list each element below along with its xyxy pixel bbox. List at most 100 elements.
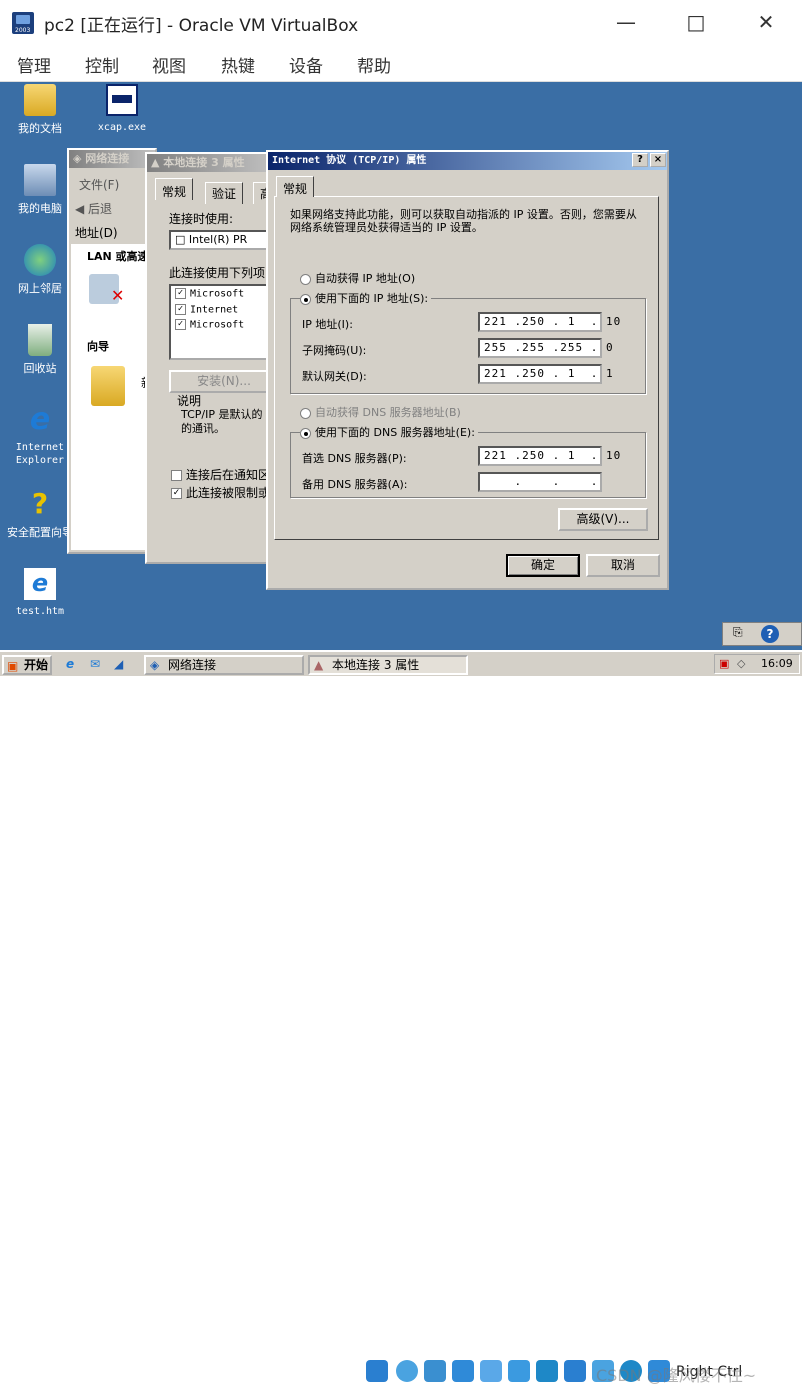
description-text: TCP/IP 是默认的的通讯。 xyxy=(181,408,263,435)
system-tray: ▣ ◇ 16:09 xyxy=(714,654,800,674)
wizard-header: 向导 xyxy=(87,340,109,353)
address-label: 地址(D) xyxy=(75,226,118,240)
recycle-bin-icon xyxy=(28,324,52,356)
menu-control[interactable]: 控制 xyxy=(85,52,119,77)
audio-status-icon[interactable] xyxy=(424,1360,446,1382)
menu-help[interactable]: 帮助 xyxy=(357,52,391,77)
tab-auth[interactable]: 验证 xyxy=(205,182,244,204)
ip-label: IP 地址(I): xyxy=(302,318,353,331)
guest-desktop: 我的文档 xcap.exe 我的电脑 网上邻居 回收站 e Internet E… xyxy=(0,82,802,650)
adapter-field: □ Intel(R) PR xyxy=(169,230,279,250)
menu-file[interactable]: 文件(F) xyxy=(79,176,119,193)
network-window-titlebar: ◈ 网络连接 xyxy=(69,150,155,168)
menu-hotkeys[interactable]: 热键 xyxy=(221,52,255,77)
host-titlebar: 2003 pc2 [正在运行] - Oracle VM VirtualBox —… xyxy=(0,0,802,46)
back-button[interactable]: ◀ 后退 xyxy=(75,200,112,217)
connect-using-label: 连接时使用: xyxy=(169,212,234,226)
minimize-button[interactable]: — xyxy=(606,8,646,36)
folder-docs-icon xyxy=(24,84,56,116)
lan-header: LAN 或高速 xyxy=(87,250,149,263)
subnet-mask-field[interactable]: 255 .255 .255 . 0 xyxy=(478,338,613,358)
limited-checkbox[interactable]: ✓ 此连接被限制或 xyxy=(171,484,270,501)
display-status-icon[interactable] xyxy=(536,1360,558,1382)
component-item[interactable]: ✓ Microsoft xyxy=(171,317,277,333)
tcpip-tab-general[interactable]: 常规 xyxy=(276,176,315,197)
close-button[interactable]: ✕ xyxy=(746,8,786,36)
security-tray-icon[interactable]: ◇ xyxy=(737,655,745,673)
desktop-icon-my-computer[interactable]: 我的电脑 xyxy=(4,164,76,216)
mask-label: 子网掩码(U): xyxy=(302,344,367,357)
gateway-field[interactable]: 221 .250 . 1 . 1 xyxy=(478,364,613,384)
component-item[interactable]: ✓ Internet xyxy=(171,302,277,318)
ip-address-field[interactable]: 221 .250 . 1 . 10 xyxy=(478,312,620,332)
notify-checkbox[interactable]: 连接后在通知区 xyxy=(171,466,270,483)
optical-drive-status-icon[interactable] xyxy=(396,1360,418,1382)
components-label: 此连接使用下列项 xyxy=(169,266,266,280)
maximize-button[interactable]: □ xyxy=(676,8,716,36)
shared-folders-status-icon[interactable] xyxy=(508,1360,530,1382)
dns1-label: 首选 DNS 服务器(P): xyxy=(302,452,407,465)
usb-status-icon[interactable] xyxy=(480,1360,502,1382)
properties-titlebar: ▲ 本地连接 3 属性 xyxy=(147,154,273,172)
hdd-status-icon[interactable] xyxy=(366,1360,388,1382)
recording-status-icon[interactable] xyxy=(564,1360,586,1382)
quicklaunch-tray: ⎘ ? xyxy=(722,622,802,646)
desktop-icon-test-htm[interactable]: e test.htm xyxy=(4,568,76,617)
desktop-icon-my-documents[interactable]: 我的文档 xyxy=(4,84,76,136)
network-task-icon: ◈ xyxy=(150,658,160,672)
desktop-icon-network[interactable]: 网上邻居 xyxy=(4,244,76,296)
network-status-icon[interactable] xyxy=(452,1360,474,1382)
ok-button[interactable]: 确定 xyxy=(506,554,580,577)
gateway-label: 默认网关(D): xyxy=(302,370,367,383)
ie-quicklaunch-icon[interactable]: e xyxy=(66,657,74,671)
network-icon xyxy=(24,244,56,276)
computer-icon xyxy=(24,164,56,196)
desktop-icon-recycle-bin[interactable]: 回收站 xyxy=(4,324,76,376)
watermark-text: CSDN @隆风楼不住~ xyxy=(596,1366,757,1385)
vbox-statusbar: Right Ctrl CSDN @隆风楼不住~ xyxy=(0,676,802,1385)
host-menubar: 管理 控制 视图 热键 设备 帮助 xyxy=(0,46,802,82)
disconnected-x-icon: ✕ xyxy=(111,286,125,305)
dns2-label: 备用 DNS 服务器(A): xyxy=(302,478,408,491)
menu-devices[interactable]: 设备 xyxy=(289,52,323,77)
tab-general[interactable]: 常规 xyxy=(155,178,194,200)
html-file-icon: e xyxy=(24,568,56,600)
intro-text: 如果网络支持此功能，则可以获取自动指派的 IP 设置。否则，您需要从网络系统管理… xyxy=(290,208,637,234)
manual-ip-radio[interactable]: 使用下面的 IP 地址(S): xyxy=(300,290,432,306)
tcpip-titlebar: Internet 协议 (TCP/IP) 属性 xyxy=(268,152,667,170)
exe-icon xyxy=(106,84,138,116)
dialog-close-button[interactable]: × xyxy=(650,153,666,167)
window-title: pc2 [正在运行] - Oracle VM VirtualBox xyxy=(44,16,359,36)
components-list: ✓ Microsoft ✓ Internet ✓ Microsoft xyxy=(169,284,279,360)
virtualbox-vm-icon: 2003 xyxy=(12,12,34,34)
new-connection-wizard-icon[interactable] xyxy=(91,366,125,406)
help-button[interactable]: ? xyxy=(632,153,648,167)
start-button[interactable]: ▣ 开始 xyxy=(2,655,52,675)
menu-manage[interactable]: 管理 xyxy=(17,52,51,77)
printer-icon[interactable]: ⎘ xyxy=(733,625,743,640)
auto-ip-radio[interactable]: 自动获得 IP 地址(O) xyxy=(300,270,415,286)
help-circle-icon[interactable]: ? xyxy=(761,625,779,643)
cancel-button[interactable]: 取消 xyxy=(586,554,660,577)
menu-view[interactable]: 视图 xyxy=(152,52,186,77)
install-button[interactable]: 安装(N)... xyxy=(169,370,279,393)
taskbar-item-network[interactable]: ◈ 网络连接 xyxy=(144,655,304,675)
advanced-button[interactable]: 高级(V)... xyxy=(558,508,648,531)
media-quicklaunch-icon[interactable]: ◢ xyxy=(114,657,123,671)
manual-dns-radio[interactable]: 使用下面的 DNS 服务器地址(E): xyxy=(300,424,478,440)
component-item[interactable]: ✓ Microsoft xyxy=(171,286,277,302)
tcpip-properties-dialog: Internet 协议 (TCP/IP) 属性 ? × 常规 如果网络支持此功能… xyxy=(266,150,669,590)
network-content-pane: LAN 或高速 ✕ 向导 新 xyxy=(71,244,155,550)
local-connection-properties-window: ▲ 本地连接 3 属性 常规 验证 高 连接时使用: □ Intel(R) PR… xyxy=(145,152,280,564)
taskbar-item-properties[interactable]: ▲ 本地连接 3 属性 xyxy=(308,655,468,675)
windows-logo-icon: ▣ xyxy=(7,659,19,673)
ie-icon: e xyxy=(29,402,51,437)
alternate-dns-field[interactable]: . . . xyxy=(478,472,602,492)
outlook-quicklaunch-icon[interactable]: ✉ xyxy=(90,657,100,671)
auto-dns-radio[interactable]: 自动获得 DNS 服务器地址(B) xyxy=(300,404,461,420)
network-disconnected-tray-icon[interactable]: ▣ xyxy=(719,655,729,673)
desktop-icon-xcap[interactable]: xcap.exe xyxy=(86,84,158,133)
preferred-dns-field[interactable]: 221 .250 . 1 . 10 xyxy=(478,446,620,466)
clock: 16:09 xyxy=(761,657,793,670)
desktop-icon-ie[interactable]: e Internet Explorer xyxy=(4,402,76,467)
